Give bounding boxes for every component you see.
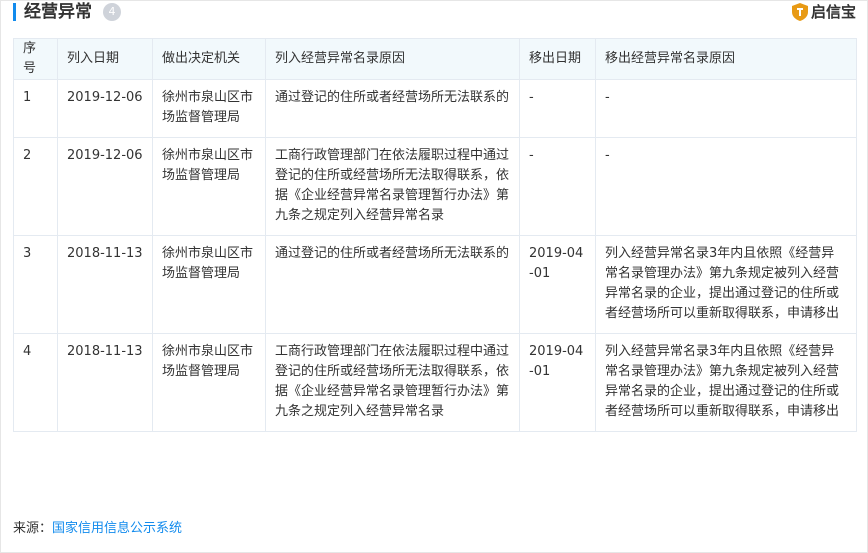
column-header-no: 序号: [13, 38, 58, 80]
table-header-row: 序号 列入日期 做出决定机关 列入经营异常名录原因 移出日期 移出经营异常名录原…: [13, 38, 857, 80]
cell-no: 2: [13, 137, 58, 236]
cell-no: 1: [13, 79, 58, 138]
section-header: 经营异常 4 启信宝: [0, 0, 868, 26]
column-header-listed-date: 列入日期: [57, 38, 153, 80]
cell-authority: 徐州市泉山区市场监督管理局: [152, 137, 266, 236]
cell-removed-reason: 列入经营异常名录3年内且依照《经营异常名录管理办法》第九条规定被列入经营异常名录…: [595, 333, 857, 432]
source-link[interactable]: 国家信用信息公示系统: [52, 521, 182, 536]
cell-listed-date: 2018-11-13: [57, 235, 153, 334]
count-badge: 4: [103, 3, 121, 21]
source-footer: 来源：国家信用信息公示系统: [13, 519, 182, 539]
brand-logo: 启信宝: [791, 2, 856, 22]
source-label: 来源：: [13, 521, 53, 536]
title-accent-bar: [13, 3, 16, 21]
cell-removed-reason: -: [595, 137, 857, 236]
cell-listed-date: 2019-12-06: [57, 137, 153, 236]
cell-authority: 徐州市泉山区市场监督管理局: [152, 235, 266, 334]
column-header-listed-reason: 列入经营异常名录原因: [265, 38, 520, 80]
cell-listed-date: 2018-11-13: [57, 333, 153, 432]
cell-listed-reason: 通过登记的住所或者经营场所无法联系的: [265, 235, 520, 334]
cell-listed-reason: 通过登记的住所或者经营场所无法联系的: [265, 79, 520, 138]
table-row: 3 2018-11-13 徐州市泉山区市场监督管理局 通过登记的住所或者经营场所…: [13, 235, 857, 334]
cell-listed-reason: 工商行政管理部门在依法履职过程中通过登记的住所或经营场所无法取得联系，依据《企业…: [265, 137, 520, 236]
cell-listed-date: 2019-12-06: [57, 79, 153, 138]
cell-removed-date: 2019-04-01: [519, 333, 596, 432]
column-header-removed-reason: 移出经营异常名录原因: [595, 38, 857, 80]
cell-removed-reason: 列入经营异常名录3年内且依照《经营异常名录管理办法》第九条规定被列入经营异常名录…: [595, 235, 857, 334]
cell-no: 3: [13, 235, 58, 334]
brand-name: 启信宝: [810, 3, 856, 21]
shield-icon: [791, 3, 808, 21]
section-title: 经营异常: [24, 2, 92, 22]
cell-removed-date: -: [519, 137, 596, 236]
cell-removed-date: 2019-04-01: [519, 235, 596, 334]
table-row: 4 2018-11-13 徐州市泉山区市场监督管理局 工商行政管理部门在依法履职…: [13, 333, 857, 432]
table-row: 1 2019-12-06 徐州市泉山区市场监督管理局 通过登记的住所或者经营场所…: [13, 79, 857, 138]
cell-removed-reason: -: [595, 79, 857, 138]
column-header-removed-date: 移出日期: [519, 38, 596, 80]
column-header-authority: 做出决定机关: [152, 38, 266, 80]
cell-no: 4: [13, 333, 58, 432]
table-row: 2 2019-12-06 徐州市泉山区市场监督管理局 工商行政管理部门在依法履职…: [13, 137, 857, 236]
cell-authority: 徐州市泉山区市场监督管理局: [152, 333, 266, 432]
cell-authority: 徐州市泉山区市场监督管理局: [152, 79, 266, 138]
cell-listed-reason: 工商行政管理部门在依法履职过程中通过登记的住所或经营场所无法取得联系，依据《企业…: [265, 333, 520, 432]
cell-removed-date: -: [519, 79, 596, 138]
abnormal-operations-table: 序号 列入日期 做出决定机关 列入经营异常名录原因 移出日期 移出经营异常名录原…: [13, 38, 857, 432]
